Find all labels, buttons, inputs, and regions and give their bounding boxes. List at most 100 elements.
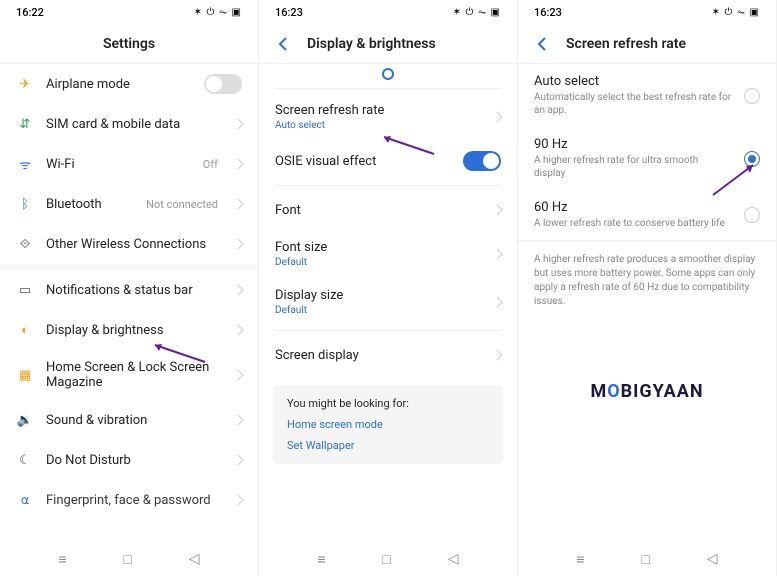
- bt-icon: ᛒ: [16, 195, 34, 213]
- osie-visual-effect-row[interactable]: OSIE visual effect: [259, 141, 517, 181]
- settings-list: ✈ Airplane mode ⇵SIM card & mobile dataᯤWi…: [0, 64, 258, 542]
- row-label: Home Screen & Lock Screen Magazine: [46, 360, 222, 390]
- nav-bar: ≡ □ ◁: [0, 542, 258, 576]
- settings-item[interactable]: 🔉 Sound & vibration: [0, 400, 258, 440]
- row-sub: Auto select: [275, 120, 481, 131]
- header: Settings: [0, 24, 258, 64]
- option-desc: A lower refresh rate to conserve battery…: [534, 217, 732, 230]
- refresh-rate-note: A higher refresh rate produces a smoothe…: [518, 240, 776, 321]
- sound-icon: 🔉: [16, 411, 34, 429]
- nav-bar: ≡ □ ◁: [259, 542, 517, 576]
- radio-button[interactable]: [744, 207, 760, 223]
- nav-recent-icon[interactable]: ≡: [576, 551, 584, 568]
- option-label: 60 Hz: [534, 200, 732, 215]
- display-brightness-screen: 16:23 ✶ ⏻ ⏦ ▣ Display & brightness Scree…: [259, 0, 518, 576]
- nav-back-icon[interactable]: ◁: [448, 551, 459, 567]
- nav-back-icon[interactable]: ◁: [189, 551, 200, 567]
- row-label: Display & brightness: [46, 323, 222, 338]
- chevron-right-icon: [491, 111, 502, 122]
- row-label: Other Wireless Connections: [46, 237, 222, 252]
- font-row[interactable]: Font: [259, 190, 517, 230]
- option-desc: A higher refresh rate for ultra smooth d…: [534, 154, 732, 180]
- status-icons: ✶ ⏻ ⏦ ▣: [453, 7, 501, 18]
- nav-home-icon[interactable]: □: [382, 551, 390, 568]
- settings-item[interactable]: ⍺Fingerprint, face & password: [0, 480, 258, 520]
- bright-icon: ◐: [16, 321, 34, 339]
- settings-item[interactable]: ᯤWi-FiOff: [0, 144, 258, 184]
- settings-item[interactable]: ☾Do Not Disturb: [0, 440, 258, 480]
- row-sub: Default: [275, 305, 481, 316]
- status-bar: 16:22 ✶ ⏻ ⏦ ▣: [0, 0, 258, 24]
- settings-item[interactable]: ▦ Home Screen & Lock Screen Magazine: [0, 350, 258, 400]
- status-icons: ✶ ⏻ ⏦ ▣: [194, 7, 242, 18]
- chevron-right-icon: [491, 296, 502, 307]
- nav-home-icon[interactable]: □: [123, 551, 131, 568]
- radio-button[interactable]: [744, 151, 760, 167]
- divider: [275, 88, 501, 89]
- chevron-right-icon: [232, 324, 243, 335]
- settings-item[interactable]: ✈ Airplane mode: [0, 64, 258, 104]
- mobigyaan-logo: MOBIGYAAN: [518, 381, 776, 402]
- back-arrow-icon[interactable]: [275, 35, 293, 53]
- settings-screen: 16:22 ✶ ⏻ ⏦ ▣ Settings ✈ Airplane mode ⇵SI…: [0, 0, 259, 576]
- status-time: 16:23: [534, 6, 562, 19]
- nav-recent-icon[interactable]: ≡: [58, 551, 66, 568]
- refresh-rate-option[interactable]: 90 HzA higher refresh rate for ultra smo…: [518, 127, 776, 190]
- font-size-row[interactable]: Font size Default: [259, 230, 517, 278]
- chevron-right-icon: [491, 349, 502, 360]
- home-icon: ▦: [16, 366, 34, 384]
- row-label: Display size: [275, 288, 481, 303]
- refresh-rate-option[interactable]: Auto selectAutomatically select the best…: [518, 64, 776, 127]
- settings-item[interactable]: ◐ Display & brightness: [0, 310, 258, 350]
- nav-home-icon[interactable]: □: [641, 551, 649, 568]
- suggestion-box: You might be looking for: Home screen mo…: [273, 385, 503, 464]
- osie-toggle[interactable]: [463, 151, 501, 171]
- page-title: Display & brightness: [307, 36, 436, 52]
- chevron-right-icon: [232, 238, 243, 249]
- page-title: Screen refresh rate: [566, 36, 686, 52]
- status-icons: ✶ ⏻ ⏦ ▣: [712, 7, 760, 18]
- row-label: Do Not Disturb: [46, 453, 222, 468]
- refresh-rate-option[interactable]: 60 Hz A lower refresh rate to conserve ba…: [518, 190, 776, 240]
- display-size-row[interactable]: Display size Default: [259, 278, 517, 326]
- row-sub: Default: [275, 257, 481, 268]
- page-title: Settings: [103, 36, 155, 52]
- chevron-right-icon: [232, 414, 243, 425]
- settings-item[interactable]: ᛒ Bluetooth Not connected: [0, 184, 258, 224]
- settings-item[interactable]: ▭Notifications & status bar: [0, 270, 258, 310]
- header: Screen refresh rate: [518, 24, 776, 64]
- status-bar: 16:23 ✶ ⏻ ⏦ ▣: [259, 0, 517, 24]
- screen-display-row[interactable]: Screen display: [259, 335, 517, 375]
- sim-icon: ⇵: [16, 115, 34, 133]
- status-time: 16:23: [275, 6, 303, 19]
- suggestion-link-home-screen-mode[interactable]: Home screen mode: [287, 418, 489, 431]
- finger-icon: ⍺: [16, 491, 34, 509]
- divider: [275, 185, 501, 186]
- nav-back-icon[interactable]: ◁: [707, 551, 718, 567]
- chevron-right-icon: [232, 158, 243, 169]
- row-value: Not connected: [146, 198, 218, 211]
- row-label: Bluetooth: [46, 197, 134, 212]
- status-bar: 16:23 ✶ ⏻ ⏦ ▣: [518, 0, 776, 24]
- toggle[interactable]: [204, 74, 242, 94]
- header: Display & brightness: [259, 24, 517, 64]
- brightness-slider-thumb[interactable]: [382, 68, 394, 80]
- screen-refresh-rate-row[interactable]: Screen refresh rate Auto select: [259, 93, 517, 141]
- row-label: Airplane mode: [46, 77, 192, 92]
- suggestion-link-set-wallpaper[interactable]: Set Wallpaper: [287, 439, 489, 452]
- settings-item[interactable]: ⟐Other Wireless Connections: [0, 224, 258, 264]
- back-arrow-icon[interactable]: [534, 35, 552, 53]
- suggestion-title: You might be looking for:: [287, 397, 489, 410]
- row-label: OSIE visual effect: [275, 154, 451, 169]
- chevron-right-icon: [232, 198, 243, 209]
- nav-recent-icon[interactable]: ≡: [317, 551, 325, 568]
- airplane-icon: ✈: [16, 75, 34, 93]
- wifi-icon: ᯤ: [16, 155, 34, 173]
- row-value: Off: [203, 158, 218, 171]
- option-desc: Automatically select the best refresh ra…: [534, 91, 732, 117]
- settings-item[interactable]: ⇵SIM card & mobile data: [0, 104, 258, 144]
- radio-button[interactable]: [744, 88, 760, 104]
- chevron-right-icon: [232, 369, 243, 380]
- row-label: Font: [275, 203, 481, 218]
- row-label: Sound & vibration: [46, 413, 222, 428]
